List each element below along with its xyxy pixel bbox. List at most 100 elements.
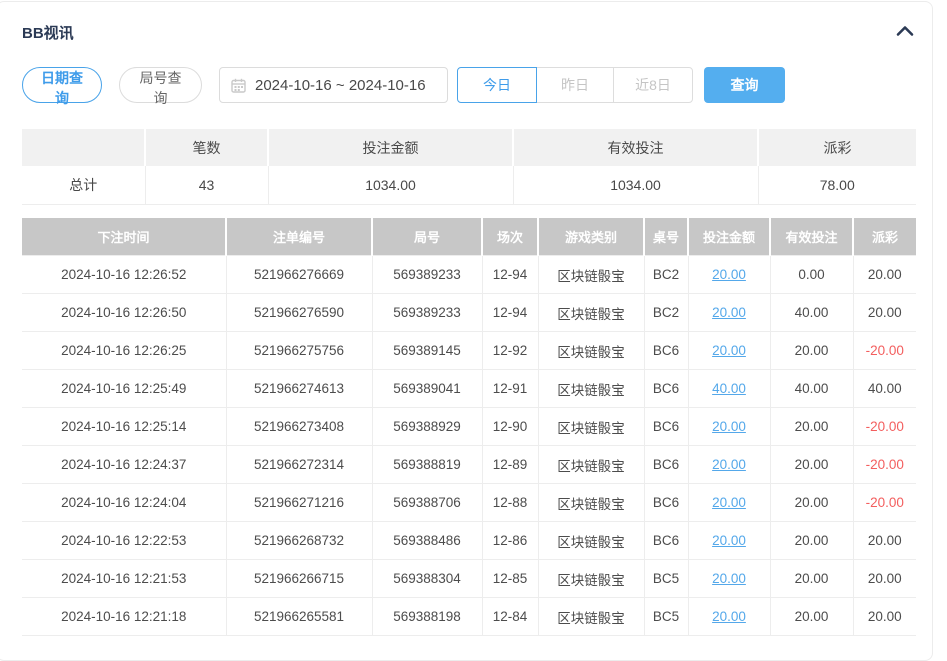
quick-range-button-2[interactable]: 近8日 — [613, 67, 693, 103]
round-id-cell: 569388706 — [372, 484, 482, 522]
bet-id-cell: 521966276669 — [226, 256, 372, 294]
summary-valid-bet-value: 1034.00 — [513, 166, 758, 204]
table-row: 2024-10-16 12:21:18521966265581569388198… — [22, 598, 916, 636]
bet-amount-cell: 20.00 — [688, 560, 770, 598]
summary-header-empty — [22, 129, 145, 166]
summary-bet-amount-value: 1034.00 — [268, 166, 513, 204]
bet-amount-link[interactable]: 20.00 — [712, 609, 746, 624]
date-range-input[interactable]: 2024-10-16 ~ 2024-10-16 — [219, 67, 448, 103]
session-cell: 12-94 — [482, 294, 538, 332]
table-row: 2024-10-16 12:21:53521966266715569388304… — [22, 560, 916, 598]
bet-time-cell: 2024-10-16 12:24:04 — [22, 484, 226, 522]
game-type-cell: 区块链骰宝 — [538, 256, 644, 294]
table-no-cell: BC6 — [644, 332, 688, 370]
summary-total-label: 总计 — [22, 166, 145, 204]
session-cell: 12-91 — [482, 370, 538, 408]
bet-amount-cell: 20.00 — [688, 294, 770, 332]
game-type-cell: 区块链骰宝 — [538, 560, 644, 598]
valid-bet-cell: 20.00 — [770, 446, 853, 484]
bet-time-cell: 2024-10-16 12:24:37 — [22, 446, 226, 484]
round-id-cell: 569388929 — [372, 408, 482, 446]
bet-amount-link[interactable]: 20.00 — [712, 419, 746, 434]
summary-header-row: 笔数 投注金额 有效投注 派彩 — [22, 129, 916, 166]
bet-id-cell: 521966274613 — [226, 370, 372, 408]
collapse-button[interactable] — [894, 23, 916, 42]
payout-cell: 20.00 — [853, 598, 916, 636]
column-header: 投注金额 — [688, 218, 770, 256]
page-title: BB视讯 — [22, 22, 74, 43]
valid-bet-cell: 20.00 — [770, 522, 853, 560]
bet-amount-link[interactable]: 20.00 — [712, 343, 746, 358]
bet-id-cell: 521966265581 — [226, 598, 372, 636]
table-no-cell: BC6 — [644, 408, 688, 446]
column-header: 下注时间 — [22, 218, 226, 256]
bet-amount-cell: 20.00 — [688, 256, 770, 294]
quick-range-group: 今日昨日近8日 — [457, 67, 693, 103]
quick-range-button-1[interactable]: 昨日 — [536, 67, 614, 103]
table-row: 2024-10-16 12:22:53521966268732569388486… — [22, 522, 916, 560]
valid-bet-cell: 40.00 — [770, 370, 853, 408]
table-no-cell: BC5 — [644, 598, 688, 636]
column-header: 场次 — [482, 218, 538, 256]
round-query-tab[interactable]: 局号查询 — [119, 67, 202, 103]
bet-time-cell: 2024-10-16 12:22:53 — [22, 522, 226, 560]
calendar-icon — [231, 78, 246, 93]
bet-amount-cell: 20.00 — [688, 446, 770, 484]
records-table: 下注时间注单编号局号场次游戏类别桌号投注金额有效投注派彩 2024-10-16 … — [22, 218, 916, 637]
table-no-cell: BC6 — [644, 446, 688, 484]
summary-header-payout: 派彩 — [758, 129, 916, 166]
chevron-up-icon — [896, 25, 914, 40]
payout-cell: 20.00 — [853, 560, 916, 598]
table-row: 2024-10-16 12:26:52521966276669569389233… — [22, 256, 916, 294]
game-type-cell: 区块链骰宝 — [538, 294, 644, 332]
session-cell: 12-86 — [482, 522, 538, 560]
bet-amount-link[interactable]: 20.00 — [712, 571, 746, 586]
payout-cell: 20.00 — [853, 522, 916, 560]
payout-cell: 20.00 — [853, 294, 916, 332]
summary-header-count: 笔数 — [145, 129, 268, 166]
bet-id-cell: 521966276590 — [226, 294, 372, 332]
filter-bar: 日期查询 局号查询 2024-10-16 ~ 2024-10-16 今日昨日近8… — [22, 67, 938, 103]
summary-total-row: 总计 43 1034.00 1034.00 78.00 — [22, 166, 916, 204]
payout-cell: -20.00 — [853, 408, 916, 446]
session-cell: 12-88 — [482, 484, 538, 522]
session-cell: 12-92 — [482, 332, 538, 370]
game-type-cell: 区块链骰宝 — [538, 332, 644, 370]
bet-amount-cell: 20.00 — [688, 332, 770, 370]
summary-header-valid-bet: 有效投注 — [513, 129, 758, 166]
date-range-value: 2024-10-16 ~ 2024-10-16 — [255, 77, 426, 94]
bet-time-cell: 2024-10-16 12:26:50 — [22, 294, 226, 332]
date-query-tab[interactable]: 日期查询 — [22, 67, 102, 103]
valid-bet-cell: 20.00 — [770, 560, 853, 598]
column-header: 局号 — [372, 218, 482, 256]
table-no-cell: BC6 — [644, 484, 688, 522]
column-header: 派彩 — [853, 218, 916, 256]
search-button[interactable]: 查询 — [704, 67, 785, 103]
payout-cell: 20.00 — [853, 256, 916, 294]
game-type-cell: 区块链骰宝 — [538, 446, 644, 484]
payout-cell: 40.00 — [853, 370, 916, 408]
column-header: 注单编号 — [226, 218, 372, 256]
bet-amount-cell: 20.00 — [688, 484, 770, 522]
round-id-cell: 569389041 — [372, 370, 482, 408]
bet-amount-link[interactable]: 20.00 — [712, 495, 746, 510]
bet-id-cell: 521966266715 — [226, 560, 372, 598]
bet-time-cell: 2024-10-16 12:26:25 — [22, 332, 226, 370]
session-cell: 12-84 — [482, 598, 538, 636]
table-no-cell: BC2 — [644, 294, 688, 332]
round-id-cell: 569388486 — [372, 522, 482, 560]
session-cell: 12-85 — [482, 560, 538, 598]
bet-amount-link[interactable]: 20.00 — [712, 533, 746, 548]
bet-id-cell: 521966272314 — [226, 446, 372, 484]
table-no-cell: BC6 — [644, 522, 688, 560]
bet-amount-link[interactable]: 20.00 — [712, 457, 746, 472]
valid-bet-cell: 40.00 — [770, 294, 853, 332]
records-header-row: 下注时间注单编号局号场次游戏类别桌号投注金额有效投注派彩 — [22, 218, 916, 256]
summary-header-bet-amount: 投注金额 — [268, 129, 513, 166]
bet-amount-link[interactable]: 20.00 — [712, 267, 746, 282]
quick-range-button-0[interactable]: 今日 — [457, 67, 537, 103]
bet-amount-link[interactable]: 20.00 — [712, 305, 746, 320]
bet-amount-link[interactable]: 40.00 — [712, 381, 746, 396]
game-type-cell: 区块链骰宝 — [538, 408, 644, 446]
bet-amount-cell: 20.00 — [688, 522, 770, 560]
